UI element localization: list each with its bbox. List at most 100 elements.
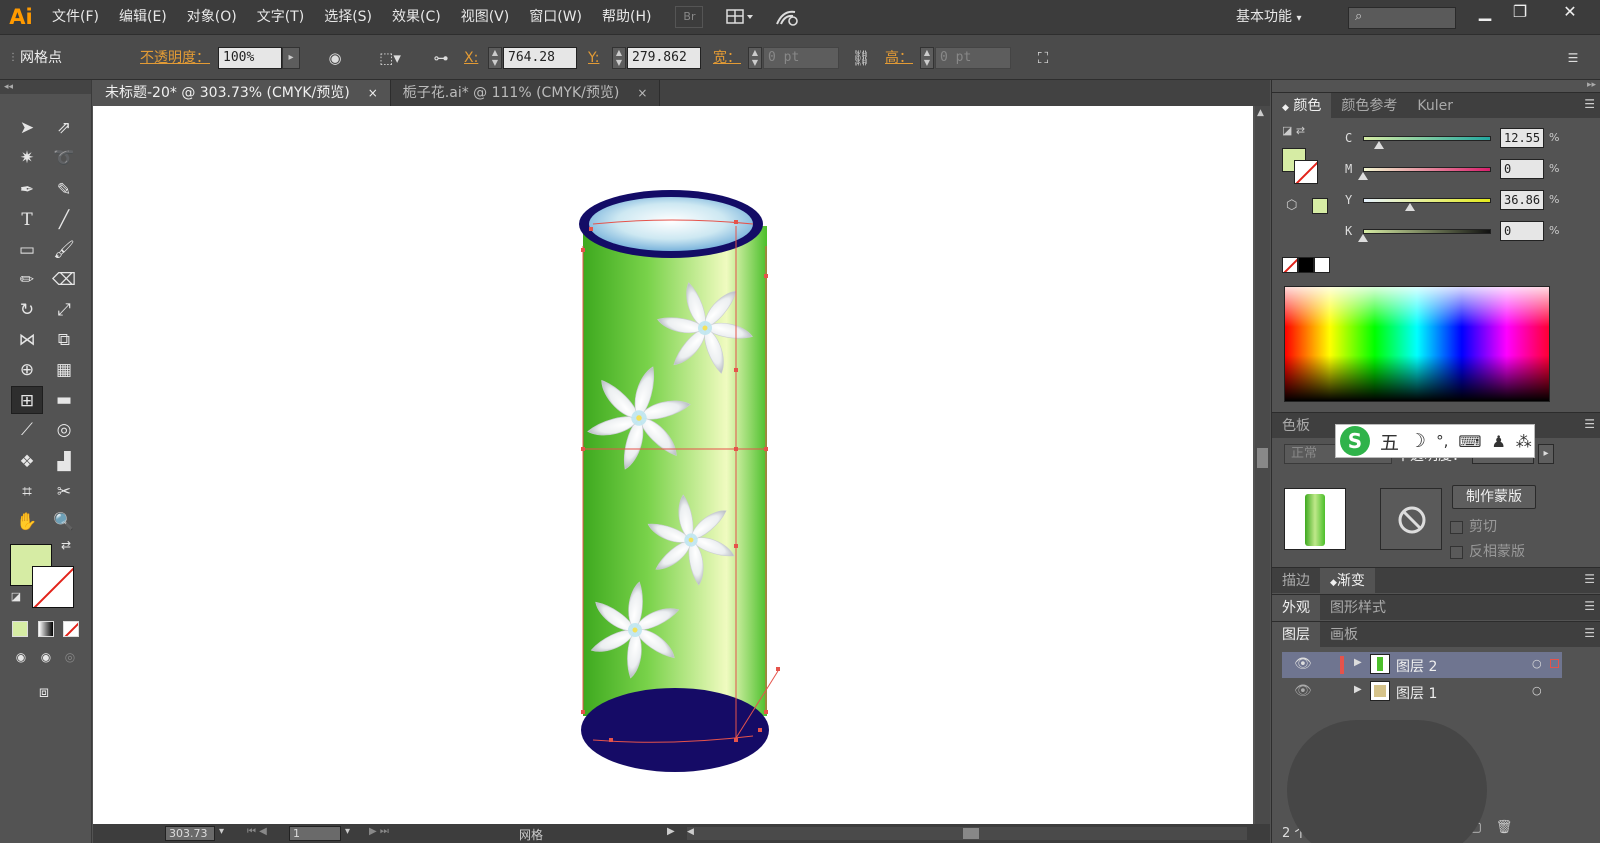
selection-tool-icon[interactable]: ➤ bbox=[11, 114, 43, 142]
symbol-sprayer-tool-icon[interactable]: ❖ bbox=[11, 448, 43, 476]
width-tool-icon[interactable]: ⋈ bbox=[11, 326, 43, 354]
eye-icon[interactable]: 👁 bbox=[1294, 683, 1312, 699]
draw-behind-icon[interactable]: ◉ bbox=[36, 648, 56, 666]
opacity-label[interactable]: 不透明度： bbox=[140, 35, 210, 81]
m-slider-thumb[interactable] bbox=[1358, 172, 1368, 180]
layer-row[interactable]: 👁 ▶ 图层 2 ○ bbox=[1282, 652, 1562, 678]
k-slider-track[interactable] bbox=[1363, 229, 1491, 234]
scale-tool-icon[interactable]: ⤢ bbox=[48, 296, 80, 324]
stroke-color-swatch[interactable] bbox=[32, 566, 74, 608]
scroll-left-icon[interactable]: ◀ bbox=[687, 827, 694, 837]
workspace-switcher[interactable]: 基本功能 ▾ bbox=[1236, 0, 1301, 34]
expand-triangle-icon[interactable]: ▶ bbox=[1354, 657, 1362, 668]
menu-select[interactable]: 选择(S) bbox=[314, 0, 382, 34]
white-swatch[interactable] bbox=[1314, 257, 1330, 273]
m-slider-track[interactable] bbox=[1363, 167, 1491, 172]
scroll-up-icon[interactable]: ▲ bbox=[1257, 108, 1264, 118]
sogou-logo-icon[interactable]: S bbox=[1340, 426, 1370, 456]
opacity-arrow-icon[interactable]: ▸ bbox=[1538, 444, 1554, 464]
menu-object[interactable]: 对象(O) bbox=[177, 0, 247, 34]
make-mask-button[interactable]: 制作蒙版 bbox=[1452, 485, 1536, 509]
search-input[interactable]: ⌕ bbox=[1348, 7, 1456, 29]
swap-fill-stroke-icon[interactable]: ⇄ bbox=[56, 536, 76, 554]
artboard-number-field[interactable]: 1 bbox=[289, 826, 341, 841]
isolate-icon[interactable]: ⛶ bbox=[1030, 47, 1056, 69]
line-tool-icon[interactable]: ╱ bbox=[48, 206, 80, 234]
eraser-tool-icon[interactable]: ⌫ bbox=[48, 266, 80, 294]
panel-menu-icon[interactable]: ☰ bbox=[1584, 97, 1595, 111]
free-transform-tool-icon[interactable]: ⧉ bbox=[48, 326, 80, 354]
clip-checkbox[interactable]: 剪切 bbox=[1450, 516, 1497, 536]
checkbox[interactable] bbox=[1450, 520, 1463, 534]
transform-reference-icon[interactable]: ⊶ bbox=[428, 47, 454, 69]
menu-help[interactable]: 帮助(H) bbox=[592, 0, 661, 34]
tools-collapse-icon[interactable]: ◂◂ bbox=[0, 80, 91, 94]
checkbox[interactable] bbox=[1450, 545, 1463, 559]
opacity-field[interactable]: 100% bbox=[218, 47, 282, 69]
k-value-field[interactable]: 0 bbox=[1500, 221, 1544, 241]
vertical-scrollbar[interactable]: ▲ bbox=[1255, 106, 1270, 824]
c-slider-thumb[interactable] bbox=[1374, 141, 1385, 149]
current-tool-label[interactable]: 网格 bbox=[519, 826, 543, 843]
m-value-field[interactable]: 0 bbox=[1500, 159, 1544, 179]
menu-view[interactable]: 视图(V) bbox=[451, 0, 520, 34]
color-mode-button[interactable] bbox=[12, 621, 28, 637]
tab-artboards[interactable]: 画板 bbox=[1320, 622, 1368, 648]
next-artboard-icon[interactable]: ▶ ⏭ bbox=[369, 826, 389, 837]
menu-window[interactable]: 窗口(W) bbox=[519, 0, 592, 34]
close-tab-icon[interactable]: × bbox=[637, 86, 647, 100]
x-stepper[interactable]: ▲ ▼ bbox=[488, 47, 502, 69]
horizontal-scrollbar[interactable]: ◀ bbox=[687, 827, 1247, 840]
zoom-dropdown-icon[interactable]: ▾ bbox=[219, 826, 224, 837]
pencil-tool-icon[interactable]: ✏ bbox=[11, 266, 43, 294]
bridge-button[interactable]: Br bbox=[675, 6, 704, 28]
expand-triangle-icon[interactable]: ▶ bbox=[1354, 684, 1362, 695]
cup-opening[interactable] bbox=[589, 197, 753, 251]
none-color-swatch[interactable] bbox=[1282, 257, 1298, 273]
gradient-tool-icon[interactable]: ▬ bbox=[48, 386, 80, 414]
black-swatch[interactable] bbox=[1298, 257, 1314, 273]
link-proportions-icon[interactable]: ⛓ bbox=[848, 47, 874, 69]
screen-mode-icon[interactable]: ⧈ bbox=[28, 678, 60, 706]
scroll-thumb[interactable] bbox=[1257, 448, 1268, 468]
shape-builder-tool-icon[interactable]: ⊕ bbox=[11, 356, 43, 384]
paintbrush-tool-icon[interactable]: 🖌 bbox=[48, 236, 80, 264]
cup-artwork[interactable] bbox=[93, 106, 1253, 824]
dock-collapse-icon[interactable]: ▸▸ bbox=[1587, 80, 1596, 90]
panel-menu-icon[interactable]: ☰ bbox=[1584, 626, 1595, 640]
tab-color[interactable]: ◆ 颜色 bbox=[1272, 92, 1332, 119]
y-stepper[interactable]: ▲ ▼ bbox=[612, 47, 626, 69]
type-tool-icon[interactable]: T bbox=[11, 206, 43, 234]
align-to-selection-icon[interactable]: ⬚▾ bbox=[373, 47, 407, 69]
menu-file[interactable]: 文件(F) bbox=[42, 0, 109, 34]
grid-menu-icon[interactable]: ⁂ bbox=[1516, 432, 1532, 451]
lasso-tool-icon[interactable]: ➰ bbox=[48, 144, 80, 172]
ime-mode[interactable]: 五 bbox=[1380, 428, 1399, 455]
menu-type[interactable]: 文字(T) bbox=[247, 0, 314, 34]
eyedropper-tool-icon[interactable]: ⟋ bbox=[11, 416, 43, 444]
hand-tool-icon[interactable]: ✋ bbox=[11, 508, 43, 536]
draw-inside-icon[interactable]: ◎ bbox=[60, 648, 80, 666]
perspective-grid-tool-icon[interactable]: ▦ bbox=[48, 356, 80, 384]
restore-button[interactable]: ❐ bbox=[1503, 0, 1537, 26]
sync-settings-icon[interactable] bbox=[773, 6, 803, 28]
gradient-mode-button[interactable] bbox=[38, 621, 54, 637]
eye-icon[interactable]: 👁 bbox=[1294, 656, 1312, 672]
tab-graphic-styles[interactable]: 图形样式 bbox=[1320, 595, 1396, 621]
target-circle-icon[interactable]: ○ bbox=[1532, 684, 1542, 697]
k-slider-thumb[interactable] bbox=[1358, 234, 1368, 242]
target-circle-icon[interactable]: ○ bbox=[1532, 657, 1542, 670]
selected-art-icon[interactable] bbox=[1550, 659, 1559, 668]
tab-untitled-20[interactable]: 未标题-20* @ 303.73% (CMYK/预览) × bbox=[93, 80, 391, 106]
y-slider-track[interactable] bbox=[1363, 198, 1491, 203]
layer-name[interactable]: 图层 1 bbox=[1396, 683, 1437, 703]
rotate-tool-icon[interactable]: ↻ bbox=[11, 296, 43, 324]
pen-tool-icon[interactable]: ✒ bbox=[11, 176, 43, 204]
y-field[interactable]: 279.862 pt bbox=[627, 47, 701, 69]
x-field[interactable]: 764.28 pt bbox=[503, 47, 577, 69]
close-tab-icon[interactable]: × bbox=[368, 86, 378, 100]
draw-normal-icon[interactable]: ◉ bbox=[11, 648, 31, 666]
tab-gradient[interactable]: ◆渐变 bbox=[1320, 567, 1375, 594]
keyboard-icon[interactable]: ⌨ bbox=[1458, 432, 1481, 451]
panel-menu-icon[interactable]: ☰ bbox=[1560, 47, 1586, 69]
